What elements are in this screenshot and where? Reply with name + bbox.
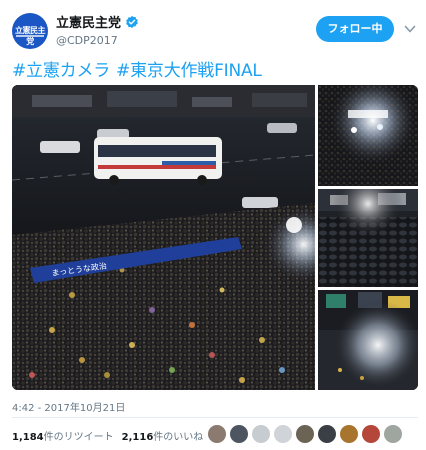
tweet-timestamp[interactable]: 4:42 - 2017年10月21日: [12, 399, 125, 414]
liker-avatar-3[interactable]: [252, 425, 270, 443]
liker-avatar-9[interactable]: [384, 425, 402, 443]
tweet-text: #立憲カメラ #東京大作戦FINAL: [12, 56, 268, 81]
liker-avatar-1[interactable]: [208, 425, 226, 443]
tweet-header: 立憲民主党 立憲民主党 @CDP2017 フォロー中: [0, 0, 426, 50]
crowd-main-photo[interactable]: まっとうな政治: [12, 85, 315, 390]
verified-badge-icon: [126, 15, 138, 28]
liker-avatar-2[interactable]: [230, 425, 248, 443]
display-name-row: 立憲民主党: [56, 12, 139, 31]
tweet-stats: 1,184件のリツイート 2,116件のいいね: [12, 428, 203, 443]
likes-label[interactable]: 件のいいね: [153, 432, 203, 443]
liker-avatar-6[interactable]: [318, 425, 336, 443]
likes-count[interactable]: 2,116: [122, 432, 154, 443]
likers-row: [208, 425, 402, 443]
chevron-down-icon[interactable]: [404, 24, 416, 34]
hashtag-link[interactable]: #東京大作戦FINAL: [116, 61, 262, 81]
retweets-label[interactable]: 件のリツイート: [44, 432, 114, 443]
account-avatar[interactable]: 立憲民主党: [12, 13, 48, 49]
bus-shape: [94, 137, 222, 185]
crowd-street-image: [318, 290, 418, 390]
crowd-umbrellas-image: [318, 189, 418, 287]
crowd-main-image: まっとうな政治: [12, 85, 315, 390]
avatar-logo-stripe: [16, 35, 44, 37]
crowd-street-photo[interactable]: [318, 290, 418, 390]
hashtag-link[interactable]: #立憲カメラ: [12, 61, 110, 81]
divider: [12, 417, 418, 418]
display-name[interactable]: 立憲民主党: [56, 12, 121, 31]
account-handle[interactable]: @CDP2017: [56, 34, 139, 47]
account-names: 立憲民主党 @CDP2017: [56, 12, 139, 47]
crowd-umbrellas-photo[interactable]: [318, 189, 418, 287]
crowd-stage-image: [318, 85, 418, 186]
liker-avatar-4[interactable]: [274, 425, 292, 443]
photo-grid: まっとうな政治: [12, 85, 418, 390]
following-button[interactable]: フォロー中: [316, 16, 394, 42]
liker-avatar-5[interactable]: [296, 425, 314, 443]
liker-avatar-8[interactable]: [362, 425, 380, 443]
liker-avatar-7[interactable]: [340, 425, 358, 443]
retweets-count[interactable]: 1,184: [12, 432, 44, 443]
crowd-stage-photo[interactable]: [318, 85, 418, 186]
